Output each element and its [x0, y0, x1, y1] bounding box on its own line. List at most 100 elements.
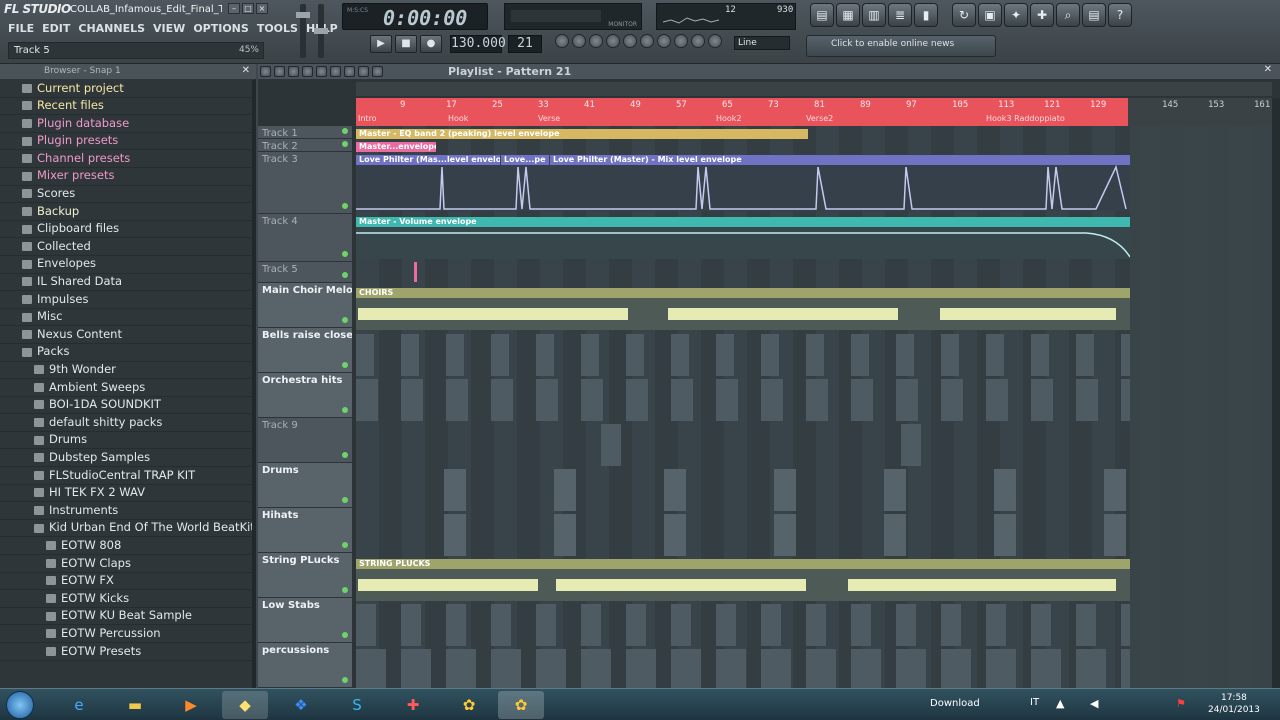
- track-mute-led-icon[interactable]: [342, 497, 348, 503]
- help-icon[interactable]: ?: [1108, 3, 1132, 27]
- snap-selector[interactable]: Line: [734, 36, 790, 50]
- master-volume-handle[interactable]: [296, 12, 310, 18]
- browser-item[interactable]: Collected: [0, 238, 252, 256]
- section-marker[interactable]: Hook: [448, 114, 468, 123]
- tools-icon[interactable]: ✚: [1030, 3, 1054, 27]
- start-button[interactable]: [6, 691, 34, 719]
- browser-item[interactable]: Kid Urban End Of The World BeatKit: [0, 520, 255, 538]
- tray-download[interactable]: Download: [930, 698, 980, 709]
- browser-item[interactable]: EOTW Claps: [0, 555, 252, 573]
- browser-item[interactable]: BOI-1DA SOUNDKIT: [0, 397, 252, 415]
- track-mute-led-icon[interactable]: [342, 407, 348, 413]
- maximize-button[interactable]: □: [242, 3, 254, 14]
- option-toggle-icon[interactable]: [640, 34, 654, 48]
- low-stabs-pattern-clips[interactable]: [356, 604, 1130, 646]
- option-toggle-icon[interactable]: [623, 34, 637, 48]
- pattern-selector[interactable]: 21: [508, 35, 542, 53]
- timeline-ruler-extended[interactable]: 145 153 161: [1128, 98, 1272, 126]
- browser-item[interactable]: default shitty packs: [0, 414, 252, 432]
- track-header[interactable]: Track 5: [258, 262, 352, 283]
- browser-item[interactable]: Nexus Content: [0, 326, 252, 344]
- track-header[interactable]: Hihats: [258, 508, 352, 553]
- browser-item[interactable]: 9th Wonder: [0, 362, 252, 380]
- browser-item[interactable]: IL Shared Data: [0, 274, 252, 292]
- track-header[interactable]: Drums: [258, 463, 352, 508]
- minimize-button[interactable]: –: [228, 3, 240, 14]
- drums-pattern-clips[interactable]: [356, 469, 1130, 511]
- timeline-ruler[interactable]: 91725334149576573818997105113121129137In…: [356, 98, 1152, 126]
- browser-item[interactable]: Scores: [0, 186, 252, 204]
- slice-tool-icon[interactable]: [330, 66, 341, 77]
- browser-item[interactable]: EOTW Percussion: [0, 625, 252, 643]
- browser-item[interactable]: EOTW KU Beat Sample: [0, 608, 252, 626]
- step-sequencer-icon[interactable]: ▦: [836, 3, 860, 27]
- play-button[interactable]: ▶: [370, 35, 392, 53]
- track-mute-led-icon[interactable]: [342, 251, 348, 257]
- orchestra-pattern-clips[interactable]: [356, 379, 1130, 421]
- network-icon[interactable]: ▲: [1056, 697, 1064, 710]
- piano-roll-icon[interactable]: ▥: [862, 3, 886, 27]
- track-header[interactable]: Track 3: [258, 152, 352, 214]
- hihats-pattern-clips[interactable]: [356, 514, 1130, 556]
- browser-item[interactable]: EOTW Presets: [0, 643, 252, 661]
- fl-studio-icon[interactable]: ✿: [446, 691, 492, 719]
- bells-pattern-clips[interactable]: [356, 334, 1130, 376]
- option-toggle-icon[interactable]: [691, 34, 705, 48]
- track-header[interactable]: Orchestra hits: [258, 373, 352, 418]
- action-center-icon[interactable]: ⚑: [1176, 697, 1186, 710]
- eq-envelope-clip[interactable]: Master - EQ band 2 (peaking) level envel…: [356, 129, 808, 139]
- volume-icon[interactable]: ◀: [1090, 697, 1098, 710]
- vertical-scrollbar[interactable]: [1272, 98, 1280, 688]
- app-icon[interactable]: ✚: [390, 691, 436, 719]
- track-mute-led-icon[interactable]: [342, 362, 348, 368]
- time-display[interactable]: M:S:CS 0:00:00: [342, 3, 488, 30]
- browser-item[interactable]: Plugin presets: [0, 133, 252, 151]
- browser-item[interactable]: Drums: [0, 432, 252, 450]
- save-icon[interactable]: ▣: [978, 3, 1002, 27]
- option-toggle-icon[interactable]: [606, 34, 620, 48]
- paint-tool-icon[interactable]: [274, 66, 285, 77]
- percussions-pattern-clips[interactable]: [356, 649, 1130, 688]
- track-header[interactable]: Main Choir Melody: [258, 283, 352, 328]
- record-button[interactable]: ●: [420, 35, 442, 53]
- browser-item[interactable]: Backup: [0, 203, 252, 221]
- playback-tool-icon[interactable]: [372, 66, 383, 77]
- close-icon[interactable]: ✕: [242, 65, 250, 76]
- draw-tool-icon[interactable]: [260, 66, 271, 77]
- skype-icon[interactable]: S: [334, 691, 380, 719]
- mixer-icon[interactable]: ▮: [914, 3, 938, 27]
- track-header[interactable]: Track 4: [258, 214, 352, 262]
- dropbox-icon[interactable]: ❖: [278, 691, 324, 719]
- section-marker[interactable]: Hook2: [716, 114, 742, 123]
- track-header[interactable]: percussions: [258, 643, 352, 688]
- fl-studio-active-icon[interactable]: ✿: [498, 691, 544, 719]
- track-header[interactable]: Track 9: [258, 418, 352, 463]
- volume-envelope-clip[interactable]: Master - Volume envelope: [356, 217, 1130, 227]
- option-toggle-icon[interactable]: [674, 34, 688, 48]
- slip-tool-icon[interactable]: [316, 66, 327, 77]
- browser-item[interactable]: Envelopes: [0, 256, 252, 274]
- stop-button[interactable]: ■: [395, 35, 417, 53]
- philter-envelope-clip[interactable]: Love Philter (Mas...level envelope: [356, 155, 500, 165]
- media-player-icon[interactable]: ▶: [168, 691, 214, 719]
- internet-explorer-icon[interactable]: e: [56, 691, 102, 719]
- browser-item[interactable]: Current project: [0, 80, 252, 98]
- select-tool-icon[interactable]: [344, 66, 355, 77]
- file-explorer-icon[interactable]: ▬: [112, 691, 158, 719]
- string-plucks-audio-clip[interactable]: STRING PLUCKS: [356, 559, 1130, 569]
- menu-tools[interactable]: TOOLS: [257, 22, 298, 38]
- refresh-icon[interactable]: ↻: [952, 3, 976, 27]
- close-icon[interactable]: ✕: [1264, 64, 1272, 75]
- playlist-title[interactable]: Playlist - Pattern 21: [448, 65, 571, 78]
- choirs-audio-clip[interactable]: CHOIRS: [356, 288, 1130, 298]
- app-icon[interactable]: ◆: [222, 691, 268, 719]
- browser-scrollbar[interactable]: [252, 80, 256, 688]
- browser-item[interactable]: Recent files: [0, 98, 252, 116]
- track-header[interactable]: Low Stabs: [258, 598, 352, 643]
- zoom-tool-icon[interactable]: [358, 66, 369, 77]
- track-mute-led-icon[interactable]: [342, 587, 348, 593]
- track9-pattern-clips[interactable]: [356, 424, 1130, 466]
- track-mute-led-icon[interactable]: [342, 141, 348, 147]
- browser-item[interactable]: Clipboard files: [0, 221, 252, 239]
- browser-item[interactable]: Misc: [0, 309, 252, 327]
